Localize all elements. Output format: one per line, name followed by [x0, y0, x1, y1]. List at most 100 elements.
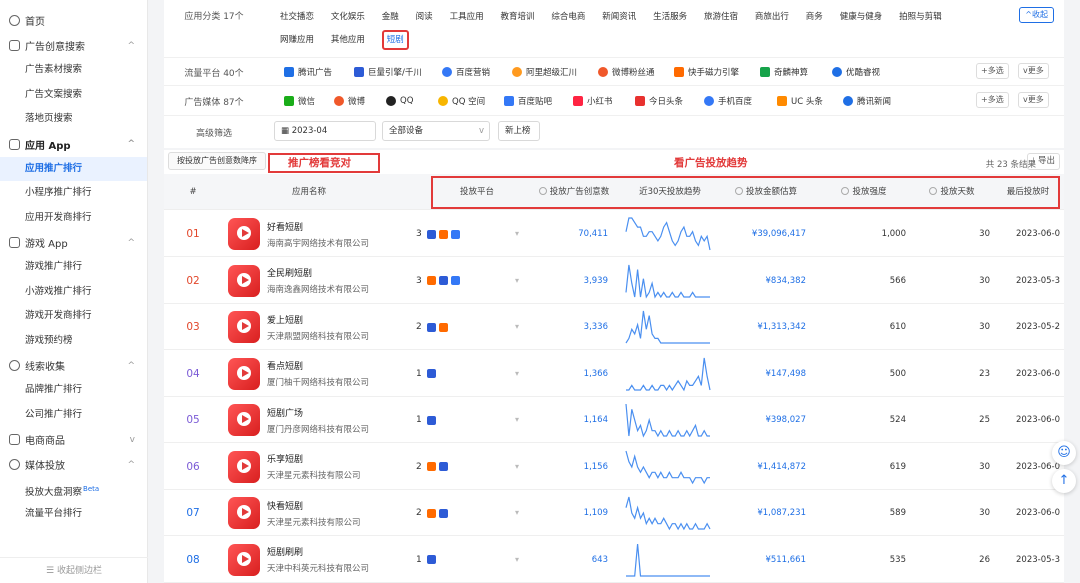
- sidebar-item-game-dev-rank[interactable]: 游戏开发商排行: [0, 304, 147, 329]
- media-item[interactable]: 腾讯新闻: [843, 87, 891, 115]
- sidebar-group-ecommerce[interactable]: 电商商品 v: [0, 427, 147, 452]
- category-item[interactable]: 商务: [806, 8, 823, 26]
- category-item[interactable]: 工具应用: [450, 8, 484, 26]
- new-list-toggle[interactable]: 新上榜: [498, 121, 540, 141]
- media-more-button[interactable]: v更多: [1018, 92, 1049, 108]
- media-item[interactable]: 百度贴吧: [504, 87, 552, 115]
- traffic-multi-select-button[interactable]: +多选: [976, 63, 1009, 79]
- creative-count[interactable]: 643: [528, 537, 608, 583]
- creative-count[interactable]: 3,336: [528, 304, 608, 350]
- creative-count[interactable]: 70,411: [528, 211, 608, 257]
- category-item[interactable]: 其他应用: [331, 31, 365, 49]
- traffic-item[interactable]: 阿里超级汇川: [512, 58, 577, 86]
- sidebar-item-market-insight[interactable]: 投放大盘洞察Beta: [0, 477, 147, 502]
- sidebar-item-material[interactable]: 广告素材搜索: [0, 58, 147, 83]
- sidebar-item-company-rank[interactable]: 公司推广排行: [0, 403, 147, 428]
- platform-cell[interactable]: 2 ▾: [416, 304, 524, 350]
- category-item[interactable]: 社交播恋: [280, 8, 314, 26]
- sidebar-item-developer-rank[interactable]: 应用开发商排行: [0, 206, 147, 231]
- traffic-item[interactable]: 快手磁力引擎: [674, 58, 739, 86]
- device-select[interactable]: 全部设备 v: [382, 121, 490, 141]
- platform-cell[interactable]: 2 ▾: [416, 444, 524, 490]
- sidebar-item-game-preorder[interactable]: 游戏预约榜: [0, 329, 147, 354]
- table-row[interactable]: 03 爱上短剧 天津鼎盟网络科技有限公司 2 ▾ 3,336 ¥1,313,342 610 30…: [164, 304, 1064, 350]
- creative-count[interactable]: 1,366: [528, 351, 608, 397]
- creative-count[interactable]: 1,109: [528, 490, 608, 536]
- platform-cell[interactable]: 1 ▾: [416, 397, 524, 443]
- app-cell[interactable]: 短剧刷刷 天津中科英元科技有限公司: [228, 537, 424, 583]
- traffic-item[interactable]: 优酷睿视: [832, 58, 880, 86]
- sidebar-group-game[interactable]: 游戏 App ^: [0, 230, 147, 255]
- table-row[interactable]: 02 全民刷短剧 海南逸鑫网络技术有限公司 3 ▾ 3,939 ¥834,382 566 30 2…: [164, 258, 1064, 304]
- media-item[interactable]: QQ 空间: [438, 87, 485, 115]
- app-cell[interactable]: 好看短剧 海南高宇网络技术有限公司: [228, 211, 424, 257]
- media-multi-select-button[interactable]: +多选: [976, 92, 1009, 108]
- app-cell[interactable]: 短剧广场 厦门丹彦网络科技有限公司: [228, 397, 424, 443]
- table-row[interactable]: 07 快看短剧 天津星元素科技有限公司 2 ▾ 1,109 ¥1,087,231 589 30 2…: [164, 490, 1064, 536]
- table-row[interactable]: 01 好看短剧 海南高宇网络技术有限公司 3 ▾ 70,411 ¥39,096,417 1,0…: [164, 211, 1064, 257]
- category-item[interactable]: 综合电商: [551, 8, 585, 26]
- sidebar-group-creative[interactable]: 广告创意搜索 ^: [0, 33, 147, 58]
- table-row[interactable]: 06 乐享短剧 天津星元素科技有限公司 2 ▾ 1,156 ¥1,414,872 619 30 2…: [164, 444, 1064, 490]
- creative-count[interactable]: 1,164: [528, 397, 608, 443]
- media-item[interactable]: 微博: [334, 87, 365, 115]
- sidebar-item-game-rank[interactable]: 游戏推广排行: [0, 255, 147, 280]
- traffic-item[interactable]: 百度营销: [442, 58, 490, 86]
- sidebar-item-traffic-rank[interactable]: 流量平台排行: [0, 502, 147, 527]
- category-item[interactable]: 文化娱乐: [331, 8, 365, 26]
- category-item[interactable]: 旅游住宿: [704, 8, 738, 26]
- platform-cell[interactable]: 3 ▾: [416, 211, 524, 257]
- sidebar-item-home[interactable]: 首页: [0, 8, 147, 33]
- traffic-item[interactable]: 奇麟神算: [760, 58, 808, 86]
- sidebar-item-miniprogram-rank[interactable]: 小程序推广排行: [0, 181, 147, 206]
- app-cell[interactable]: 全民刷短剧 海南逸鑫网络技术有限公司: [228, 258, 424, 304]
- category-item[interactable]: 生活服务: [653, 8, 687, 26]
- category-item[interactable]: 阅读: [416, 8, 433, 26]
- creative-count[interactable]: 3,939: [528, 258, 608, 304]
- platform-cell[interactable]: 3 ▾: [416, 258, 524, 304]
- category-item-selected[interactable]: 短剧: [381, 30, 409, 50]
- category-item[interactable]: 商旅出行: [755, 8, 789, 26]
- media-item[interactable]: QQ: [386, 87, 413, 115]
- table-row[interactable]: 04 看点短剧 厦门柚千网络科技有限公司 1 ▾ 1,366 ¥147,498 500 23 20…: [164, 351, 1064, 397]
- sidebar-group-app[interactable]: 应用 App ^: [0, 132, 147, 157]
- sidebar-item-landing[interactable]: 落地页搜索: [0, 107, 147, 132]
- traffic-more-button[interactable]: v更多: [1018, 63, 1049, 79]
- media-item[interactable]: 微信: [284, 87, 315, 115]
- category-item[interactable]: 网赚应用: [280, 31, 314, 49]
- platform-cell[interactable]: 2 ▾: [416, 490, 524, 536]
- sidebar-group-media[interactable]: 媒体投放 ^: [0, 452, 147, 477]
- category-item[interactable]: 教育培训: [500, 8, 534, 26]
- category-item[interactable]: 健康与健身: [840, 8, 883, 26]
- media-item[interactable]: UC 头条: [777, 87, 823, 115]
- month-picker[interactable]: ▦ 2023-04: [274, 121, 376, 141]
- sidebar-item-app-rank[interactable]: 应用推广排行: [0, 156, 147, 181]
- app-cell[interactable]: 乐享短剧 天津星元素科技有限公司: [228, 444, 424, 490]
- category-item[interactable]: 金融: [382, 8, 399, 26]
- platform-cell[interactable]: 1 ▾: [416, 351, 524, 397]
- back-to-top-button[interactable]: ↑: [1052, 469, 1076, 493]
- media-item[interactable]: 小红书: [573, 87, 613, 115]
- sidebar-item-copy[interactable]: 广告文案搜索: [0, 83, 147, 108]
- table-row[interactable]: 08 短剧刷刷 天津中科英元科技有限公司 1 ▾ 643 ¥511,661 535 26 2023…: [164, 537, 1064, 583]
- app-cell[interactable]: 爱上短剧 天津鼎盟网络科技有限公司: [228, 304, 424, 350]
- sidebar-item-brand-rank[interactable]: 品牌推广排行: [0, 378, 147, 403]
- export-button[interactable]: ⤓ 导出: [1026, 153, 1060, 170]
- media-item[interactable]: 手机百度: [704, 87, 752, 115]
- traffic-item[interactable]: 巨量引擎/千川: [354, 58, 422, 86]
- app-cell[interactable]: 看点短剧 厦门柚千网络科技有限公司: [228, 351, 424, 397]
- sort-button[interactable]: 按投放广告创意数降序: [168, 152, 266, 170]
- collapse-sidebar-button[interactable]: ☰ 收起侧边栏: [0, 557, 148, 583]
- category-item[interactable]: 新闻资讯: [602, 8, 636, 26]
- traffic-item[interactable]: 腾讯广告: [284, 58, 332, 86]
- chat-support-button[interactable]: ☺: [1052, 441, 1076, 465]
- traffic-item[interactable]: 微博粉丝通: [598, 58, 655, 86]
- table-row[interactable]: 05 短剧广场 厦门丹彦网络科技有限公司 1 ▾ 1,164 ¥398,027 524 25 20…: [164, 397, 1064, 443]
- sidebar-group-leads[interactable]: 线索收集 ^: [0, 353, 147, 378]
- category-item[interactable]: 拍照与剪辑: [899, 8, 942, 26]
- app-cell[interactable]: 快看短剧 天津星元素科技有限公司: [228, 490, 424, 536]
- creative-count[interactable]: 1,156: [528, 444, 608, 490]
- sidebar-item-minigame-rank[interactable]: 小游戏推广排行: [0, 280, 147, 305]
- media-item[interactable]: 今日头条: [635, 87, 683, 115]
- platform-cell[interactable]: 1 ▾: [416, 537, 524, 583]
